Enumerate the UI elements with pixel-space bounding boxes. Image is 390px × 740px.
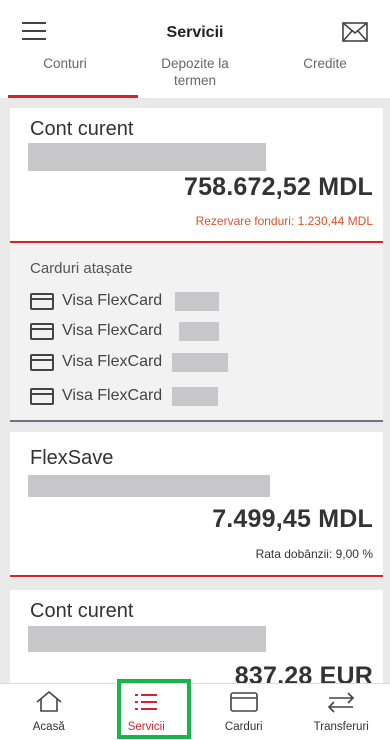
account-name: Cont curent bbox=[30, 118, 134, 140]
account-card[interactable]: Cont curent 837,28 EUR bbox=[10, 590, 383, 683]
tab-conturi[interactable]: Conturi bbox=[0, 55, 130, 98]
reserved-funds: Rezervare fonduri: 1.230,44 MDL bbox=[195, 214, 373, 228]
nav-carduri[interactable]: Carduri bbox=[195, 684, 293, 740]
account-balance: 758.672,52 MDL bbox=[183, 173, 373, 201]
credit-card-icon bbox=[30, 353, 54, 371]
credit-card-icon bbox=[30, 322, 54, 340]
bottom-navigation: Acasă Servicii Carduri Transferuri bbox=[0, 683, 390, 740]
masked-card-number bbox=[175, 292, 219, 311]
tab-bar: Conturi Depozite la termen Credite bbox=[0, 55, 390, 98]
linked-card-item[interactable]: Visa FlexCard bbox=[30, 291, 162, 311]
masked-account-number bbox=[28, 475, 270, 497]
account-name: FlexSave bbox=[30, 447, 114, 469]
masked-card-number bbox=[172, 353, 228, 372]
linked-card-item[interactable]: Visa FlexCard bbox=[30, 352, 162, 372]
nav-transferuri[interactable]: Transferuri bbox=[293, 684, 390, 740]
masked-account-number bbox=[28, 143, 266, 171]
card-divider bbox=[10, 575, 383, 577]
nav-acasa[interactable]: Acasă bbox=[0, 684, 98, 740]
linked-card-label: Visa FlexCard bbox=[62, 387, 163, 404]
masked-card-number bbox=[172, 387, 218, 406]
nav-label: Acasă bbox=[32, 721, 65, 733]
tab-depozite[interactable]: Depozite la termen bbox=[130, 55, 260, 98]
linked-card-label: Visa FlexCard bbox=[62, 353, 163, 370]
account-name: Cont curent bbox=[30, 600, 134, 622]
account-card[interactable]: FlexSave 7.499,45 MDL Rata dobânzii: 9,0… bbox=[10, 432, 383, 578]
account-balance: 7.499,45 MDL bbox=[212, 505, 373, 533]
tab-credite[interactable]: Credite bbox=[260, 55, 390, 98]
account-card[interactable]: Cont curent 758.672,52 MDL Rezervare fon… bbox=[10, 108, 383, 243]
masked-card-number bbox=[179, 322, 219, 341]
app-header: Servicii Conturi Depozite la termen Cred… bbox=[0, 0, 390, 98]
active-tab-indicator bbox=[8, 95, 138, 98]
linked-cards-section: Carduri atașate Visa FlexCard Visa FlexC… bbox=[10, 243, 383, 420]
linked-cards-title: Carduri atașate bbox=[30, 260, 133, 277]
masked-account-number bbox=[28, 626, 266, 652]
card-icon bbox=[229, 692, 258, 712]
linked-card-item[interactable]: Visa FlexCard bbox=[30, 321, 162, 341]
transfer-icon bbox=[328, 692, 355, 713]
account-balance: 837,28 EUR bbox=[234, 662, 373, 683]
home-icon bbox=[36, 690, 62, 712]
interest-rate: Rata dobânzii: 9,00 % bbox=[255, 547, 373, 561]
credit-card-icon bbox=[30, 387, 54, 405]
linked-card-label: Visa FlexCard bbox=[62, 292, 163, 309]
nav-label: Transferuri bbox=[313, 721, 369, 733]
page-title: Servicii bbox=[166, 24, 224, 41]
credit-card-icon bbox=[30, 292, 54, 310]
linked-card-item[interactable]: Visa FlexCard bbox=[30, 386, 162, 406]
mail-icon[interactable] bbox=[342, 22, 368, 42]
linked-card-label: Visa FlexCard bbox=[62, 322, 163, 339]
nav-label: Carduri bbox=[224, 721, 263, 733]
active-nav-highlight bbox=[117, 679, 191, 739]
section-divider bbox=[10, 420, 383, 422]
